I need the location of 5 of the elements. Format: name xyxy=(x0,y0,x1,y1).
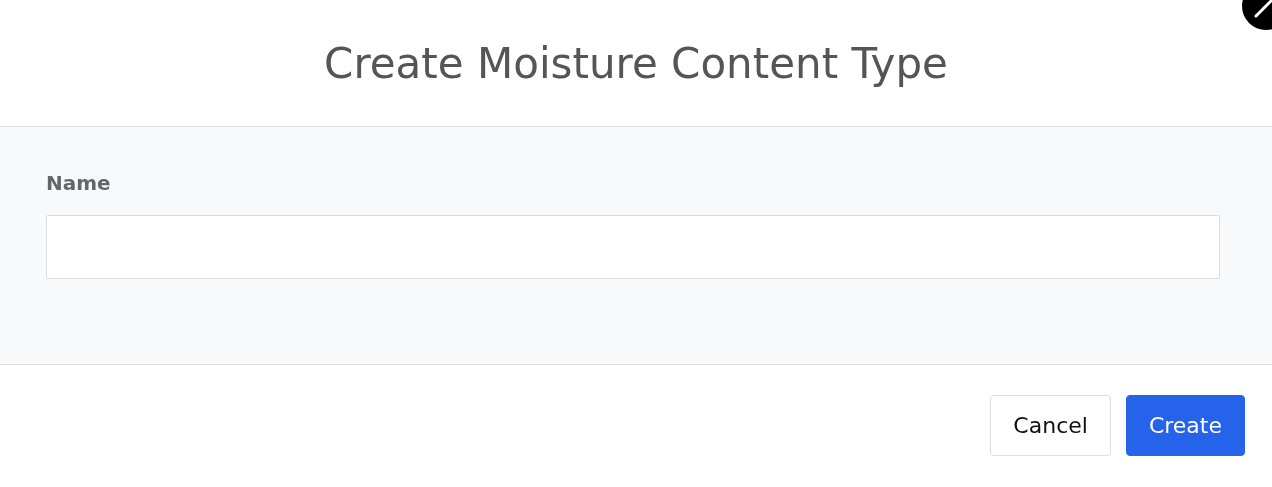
field-label: Name xyxy=(46,171,112,195)
cancel-button[interactable]: Cancel xyxy=(990,395,1111,456)
name-field[interactable] xyxy=(46,215,1220,279)
create-button[interactable]: Create xyxy=(1125,395,1245,456)
dialog-title: Create Moisture Content Type xyxy=(324,38,948,88)
